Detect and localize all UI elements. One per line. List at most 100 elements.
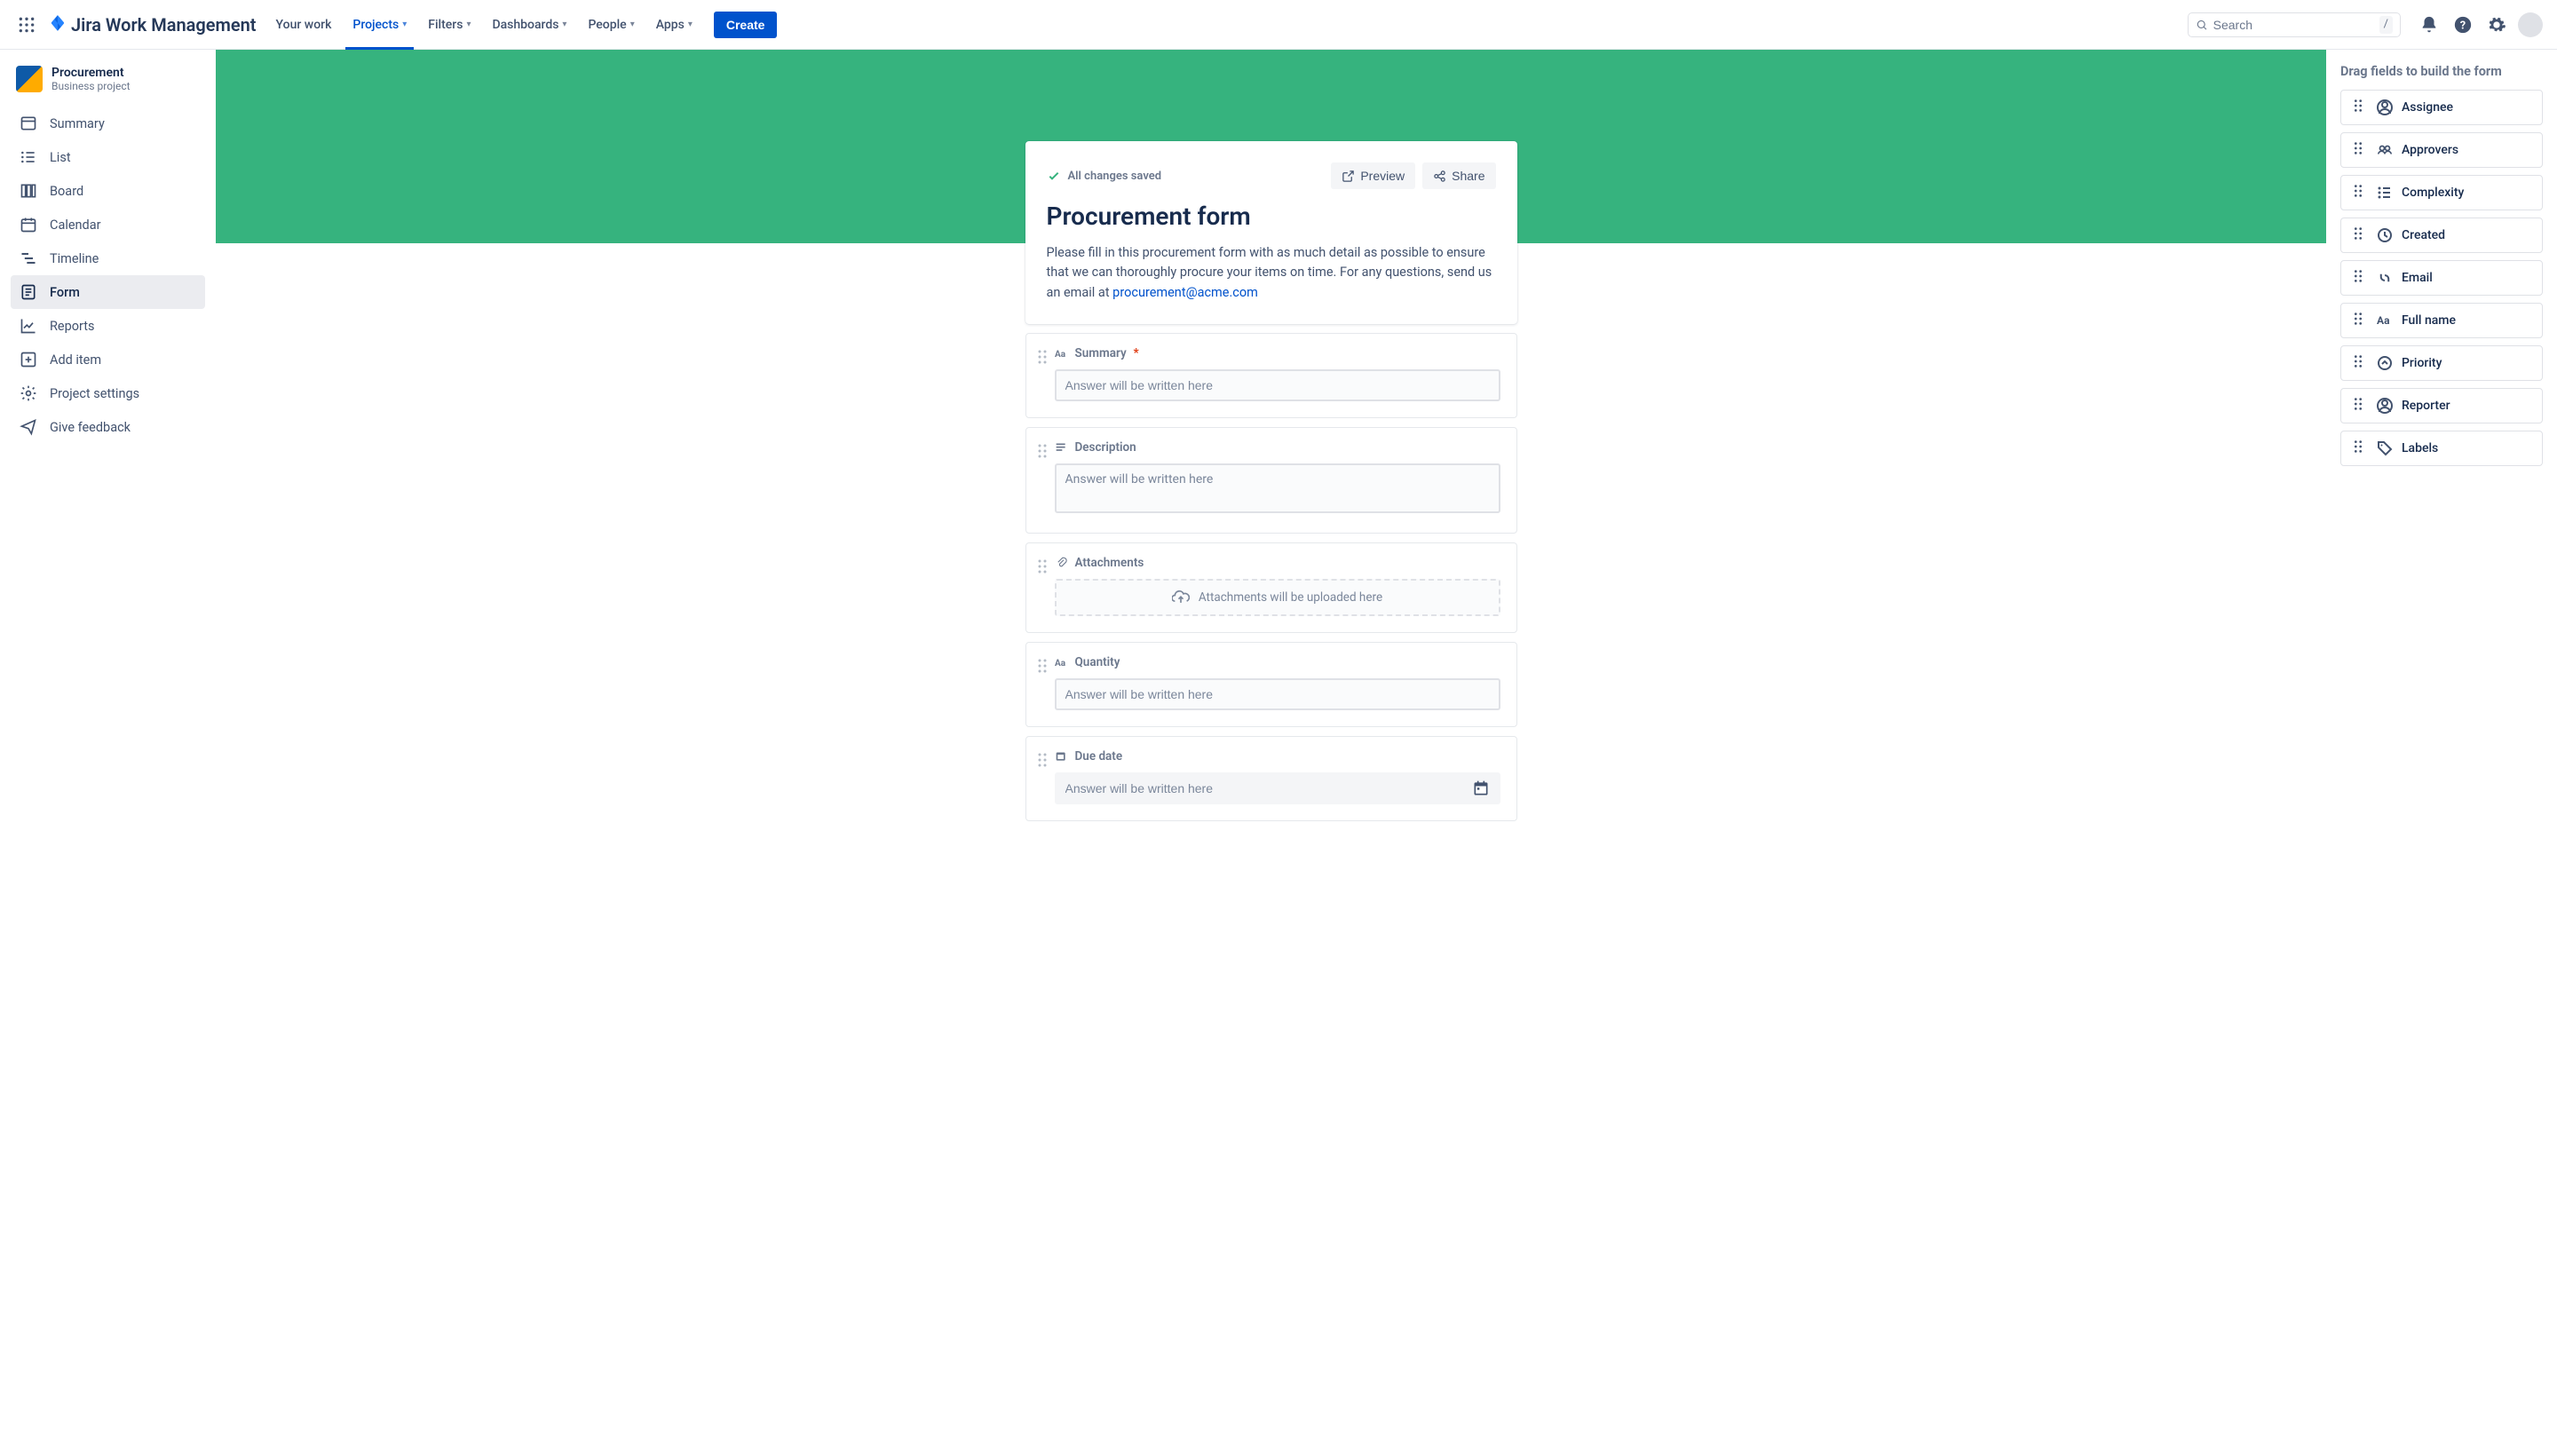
field-palette: Drag fields to build the form Assignee A… bbox=[2326, 50, 2557, 1456]
sidebar-item-board[interactable]: Board bbox=[11, 174, 205, 208]
palette-field-full name[interactable]: Aa Full name bbox=[2340, 303, 2543, 338]
sidebar-item-add item[interactable]: Add item bbox=[11, 343, 205, 376]
palette-field-approvers[interactable]: Approvers bbox=[2340, 132, 2543, 168]
svg-text:Aa: Aa bbox=[1055, 350, 1066, 360]
sidebar-item-calendar[interactable]: Calendar bbox=[11, 208, 205, 241]
drag-handle-icon[interactable] bbox=[1035, 348, 1049, 369]
search-shortcut: / bbox=[2379, 16, 2393, 34]
svg-text:Aa: Aa bbox=[1055, 659, 1066, 669]
field-input[interactable] bbox=[1055, 678, 1500, 710]
drag-handle-icon[interactable] bbox=[1035, 442, 1049, 463]
form-field-due date[interactable]: Due date bbox=[1025, 736, 1517, 821]
field-label: Attachments bbox=[1055, 556, 1500, 570]
chevron-down-icon: ▾ bbox=[402, 20, 407, 29]
palette-field-assignee[interactable]: Assignee bbox=[2340, 90, 2543, 125]
field-input[interactable] bbox=[1055, 369, 1500, 401]
list-icon bbox=[2377, 185, 2393, 201]
project-subtitle: Business project bbox=[51, 80, 131, 92]
field-date-input[interactable] bbox=[1055, 772, 1500, 804]
svg-text:Aa: Aa bbox=[2377, 314, 2390, 327]
palette-field-reporter[interactable]: Reporter bbox=[2340, 388, 2543, 423]
palette-field-priority[interactable]: Priority bbox=[2340, 345, 2543, 381]
settings-icon[interactable] bbox=[2482, 11, 2511, 39]
share-button[interactable]: Share bbox=[1422, 162, 1495, 189]
nav-people[interactable]: People▾ bbox=[579, 12, 643, 37]
form-header-card: All changes saved Preview Share Procurem… bbox=[1025, 141, 1517, 324]
text-icon: Aa bbox=[2377, 313, 2393, 328]
notifications-icon[interactable] bbox=[2415, 11, 2443, 39]
sidebar-item-reports[interactable]: Reports bbox=[11, 309, 205, 343]
form-title[interactable]: Procurement form bbox=[1047, 202, 1496, 231]
chevron-down-icon: ▾ bbox=[562, 20, 566, 29]
nav-projects[interactable]: Projects▾ bbox=[344, 12, 416, 37]
jira-logo-icon bbox=[48, 15, 67, 35]
preview-button[interactable]: Preview bbox=[1331, 162, 1415, 189]
save-status: All changes saved bbox=[1047, 169, 1162, 183]
priority-icon bbox=[2377, 355, 2393, 371]
form-field-description[interactable]: Description bbox=[1025, 427, 1517, 534]
user-icon bbox=[2377, 398, 2393, 414]
attachment-dropzone[interactable]: Attachments will be uploaded here bbox=[1055, 579, 1500, 616]
sidebar-item-timeline[interactable]: Timeline bbox=[11, 241, 205, 275]
sidebar-item-give feedback[interactable]: Give feedback bbox=[11, 410, 205, 444]
drag-handle-icon[interactable] bbox=[1035, 558, 1049, 579]
palette-title: Drag fields to build the form bbox=[2340, 64, 2543, 79]
group-icon bbox=[2377, 142, 2393, 158]
drag-handle-icon[interactable] bbox=[2350, 226, 2366, 245]
project-sidebar: Procurement Business project SummaryList… bbox=[0, 50, 216, 1456]
app-switcher[interactable] bbox=[12, 11, 41, 39]
sidebar-item-project settings[interactable]: Project settings bbox=[11, 376, 205, 410]
help-icon[interactable]: ? bbox=[2449, 11, 2477, 39]
clock-icon bbox=[2377, 227, 2393, 243]
nav-apps[interactable]: Apps▾ bbox=[647, 12, 701, 37]
form-field-summary[interactable]: Aa Summary* bbox=[1025, 333, 1517, 418]
nav-your work[interactable]: Your work bbox=[267, 12, 341, 37]
text-icon: Aa bbox=[1055, 656, 1068, 669]
palette-field-labels[interactable]: Labels bbox=[2340, 431, 2543, 466]
form-field-quantity[interactable]: Aa Quantity bbox=[1025, 642, 1517, 727]
text-icon: Aa bbox=[1055, 347, 1068, 360]
list-icon bbox=[20, 148, 37, 166]
calendar-icon bbox=[20, 216, 37, 233]
field-textarea[interactable] bbox=[1055, 463, 1500, 513]
sidebar-item-list[interactable]: List bbox=[11, 140, 205, 174]
search-input[interactable] bbox=[2213, 18, 2374, 32]
drag-handle-icon[interactable] bbox=[2350, 396, 2366, 415]
palette-field-complexity[interactable]: Complexity bbox=[2340, 175, 2543, 210]
reports-icon bbox=[20, 317, 37, 335]
drag-handle-icon[interactable] bbox=[1035, 751, 1049, 772]
field-label: Due date bbox=[1055, 749, 1500, 764]
create-button[interactable]: Create bbox=[714, 12, 778, 38]
product-brand[interactable]: Jira Work Management bbox=[48, 14, 257, 36]
form-description[interactable]: Please fill in this procurement form wit… bbox=[1047, 243, 1496, 303]
form-field-attachments[interactable]: Attachments Attachments will be uploaded… bbox=[1025, 542, 1517, 633]
drag-handle-icon[interactable] bbox=[2350, 353, 2366, 373]
palette-field-email[interactable]: Email bbox=[2340, 260, 2543, 296]
drag-handle-icon[interactable] bbox=[2350, 140, 2366, 160]
drag-handle-icon[interactable] bbox=[2350, 268, 2366, 288]
tag-icon bbox=[2377, 440, 2393, 456]
form-email-link[interactable]: procurement@acme.com bbox=[1112, 285, 1258, 300]
drag-handle-icon[interactable] bbox=[2350, 98, 2366, 117]
search-icon bbox=[2196, 18, 2208, 32]
profile-avatar[interactable] bbox=[2516, 11, 2545, 39]
search-input-wrapper[interactable]: / bbox=[2188, 12, 2401, 37]
drag-handle-icon[interactable] bbox=[2350, 311, 2366, 330]
drag-handle-icon[interactable] bbox=[2350, 439, 2366, 458]
settings-icon bbox=[20, 384, 37, 402]
sidebar-item-summary[interactable]: Summary bbox=[11, 107, 205, 140]
field-label: Description bbox=[1055, 440, 1500, 455]
nav-filters[interactable]: Filters▾ bbox=[419, 12, 479, 37]
sidebar-item-form[interactable]: Form bbox=[11, 275, 205, 309]
link-icon bbox=[2377, 270, 2393, 286]
board-icon bbox=[20, 182, 37, 200]
user-icon bbox=[2377, 99, 2393, 115]
svg-text:?: ? bbox=[2460, 19, 2466, 32]
calendar-icon bbox=[1472, 779, 1490, 797]
palette-field-created[interactable]: Created bbox=[2340, 218, 2543, 253]
drag-handle-icon[interactable] bbox=[1035, 657, 1049, 678]
attachment-icon bbox=[1055, 557, 1068, 570]
drag-handle-icon[interactable] bbox=[2350, 183, 2366, 202]
nav-dashboards[interactable]: Dashboards▾ bbox=[483, 12, 575, 37]
share-icon bbox=[1433, 170, 1446, 183]
